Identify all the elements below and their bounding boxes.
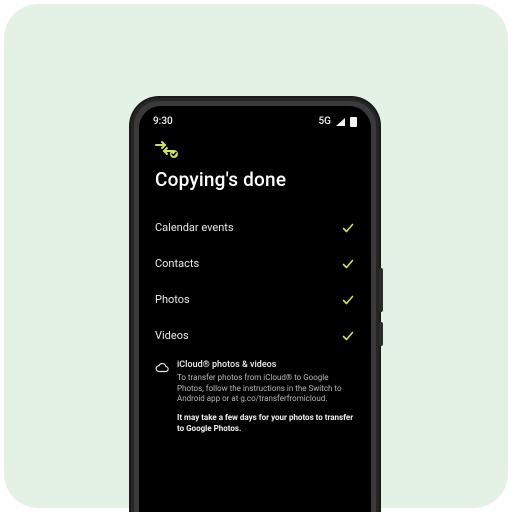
page-title: Copying's done xyxy=(155,169,355,192)
check-icon xyxy=(341,329,355,343)
icloud-note: iCloud® photos & videos To transfer phot… xyxy=(139,354,371,435)
check-icon xyxy=(341,293,355,307)
check-icon xyxy=(341,257,355,271)
status-network: 5G xyxy=(319,116,332,127)
battery-icon xyxy=(350,117,357,127)
copy-results-list: Calendar events Contacts Photos xyxy=(139,210,371,354)
list-item-label: Photos xyxy=(155,293,190,306)
icloud-note-title: iCloud® photos & videos xyxy=(177,360,355,370)
list-item: Videos xyxy=(155,318,355,354)
status-bar: 9:30 5G xyxy=(139,106,371,131)
phone-screen: 9:30 5G xyxy=(139,106,371,512)
list-item-label: Contacts xyxy=(155,257,199,270)
transfer-complete-icon xyxy=(155,141,355,163)
cloud-icon xyxy=(155,360,169,435)
phone-side-button xyxy=(379,268,383,312)
phone-frame: 9:30 5G xyxy=(131,98,379,512)
icloud-note-footer: It may take a few days for your photos t… xyxy=(177,413,355,435)
list-item: Photos xyxy=(155,282,355,318)
list-item-label: Videos xyxy=(155,329,189,342)
status-time: 9:30 xyxy=(153,116,173,127)
list-item: Calendar events xyxy=(155,210,355,246)
signal-icon xyxy=(336,118,345,126)
check-icon xyxy=(341,221,355,235)
phone-side-button xyxy=(379,322,383,346)
list-item-label: Calendar events xyxy=(155,221,234,234)
list-item: Contacts xyxy=(155,246,355,282)
icloud-note-body: To transfer photos from iCloud® to Googl… xyxy=(177,373,355,405)
